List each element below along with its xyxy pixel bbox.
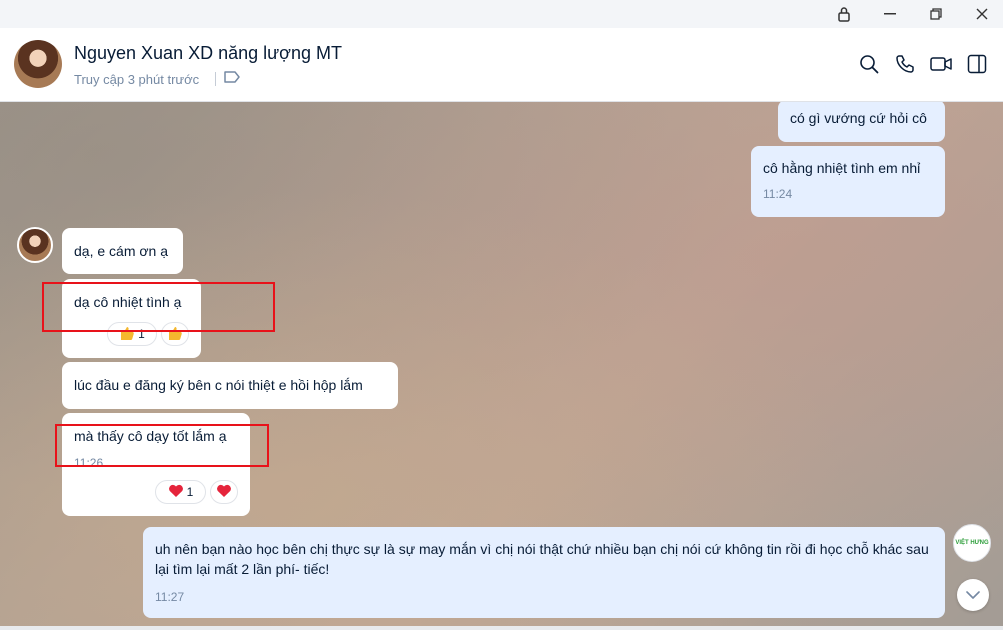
bottom-divider xyxy=(0,626,1003,630)
phone-icon[interactable] xyxy=(893,52,917,76)
tag-icon[interactable] xyxy=(223,70,241,89)
heart-icon xyxy=(168,484,184,501)
annotation-highlight-box xyxy=(55,424,269,467)
scroll-to-bottom-button[interactable] xyxy=(957,579,989,611)
message-text: lúc đầu e đăng ký bên c nói thiệt e hồi … xyxy=(74,377,363,393)
message-bubble-incoming[interactable]: lúc đầu e đăng ký bên c nói thiệt e hồi … xyxy=(62,362,398,409)
message-bubble-outgoing[interactable]: uh nên bạn nào học bên chị thực sự là sự… xyxy=(143,527,945,618)
sidebar-toggle-icon[interactable] xyxy=(965,52,989,76)
chat-header: Nguyen Xuan XD năng lượng MT Truy cập 3 … xyxy=(0,28,1003,102)
annotation-highlight-box xyxy=(42,282,275,332)
message-time: 11:24 xyxy=(763,187,793,201)
message-list[interactable]: có gì vướng cứ hỏi cô cô hằng nhiệt tình… xyxy=(0,102,1003,626)
lock-icon[interactable] xyxy=(821,0,867,28)
reaction-count: 1 xyxy=(186,485,194,499)
window-titlebar xyxy=(0,0,1003,28)
heart-icon xyxy=(216,484,232,501)
restore-icon[interactable] xyxy=(913,0,959,28)
message-text: dạ, e cám ơn ạ xyxy=(74,243,169,259)
message-bubble-incoming[interactable]: dạ, e cám ơn ạ xyxy=(62,228,183,274)
contact-name[interactable]: Nguyen Xuan XD năng lượng MT xyxy=(74,43,342,64)
message-bubble-outgoing[interactable]: có gì vướng cứ hỏi cô xyxy=(778,102,945,142)
message-time: 11:27 xyxy=(155,590,185,604)
minimize-icon[interactable] xyxy=(867,0,913,28)
close-icon[interactable] xyxy=(959,0,1003,28)
search-icon[interactable] xyxy=(857,52,881,76)
brand-logo: VIỆT HƯNG xyxy=(953,524,991,562)
brand-logo-text: VIỆT HƯNG xyxy=(955,540,989,546)
contact-status: Truy cập 3 phút trước xyxy=(74,72,200,87)
message-text: cô hằng nhiệt tình em nhỉ xyxy=(763,160,921,176)
video-icon[interactable] xyxy=(929,52,953,76)
message-text: uh nên bạn nào học bên chị thực sự là sự… xyxy=(155,541,929,577)
status-divider xyxy=(215,72,216,86)
chevron-down-icon xyxy=(966,586,980,604)
add-reaction-button[interactable] xyxy=(210,480,238,504)
message-text: có gì vướng cứ hỏi cô xyxy=(790,110,927,126)
contact-avatar[interactable] xyxy=(14,40,62,88)
message-bubble-outgoing[interactable]: cô hằng nhiệt tình em nhỉ 11:24 xyxy=(751,146,945,217)
sender-avatar[interactable] xyxy=(17,227,53,263)
reaction-summary[interactable]: 1 xyxy=(155,480,206,504)
